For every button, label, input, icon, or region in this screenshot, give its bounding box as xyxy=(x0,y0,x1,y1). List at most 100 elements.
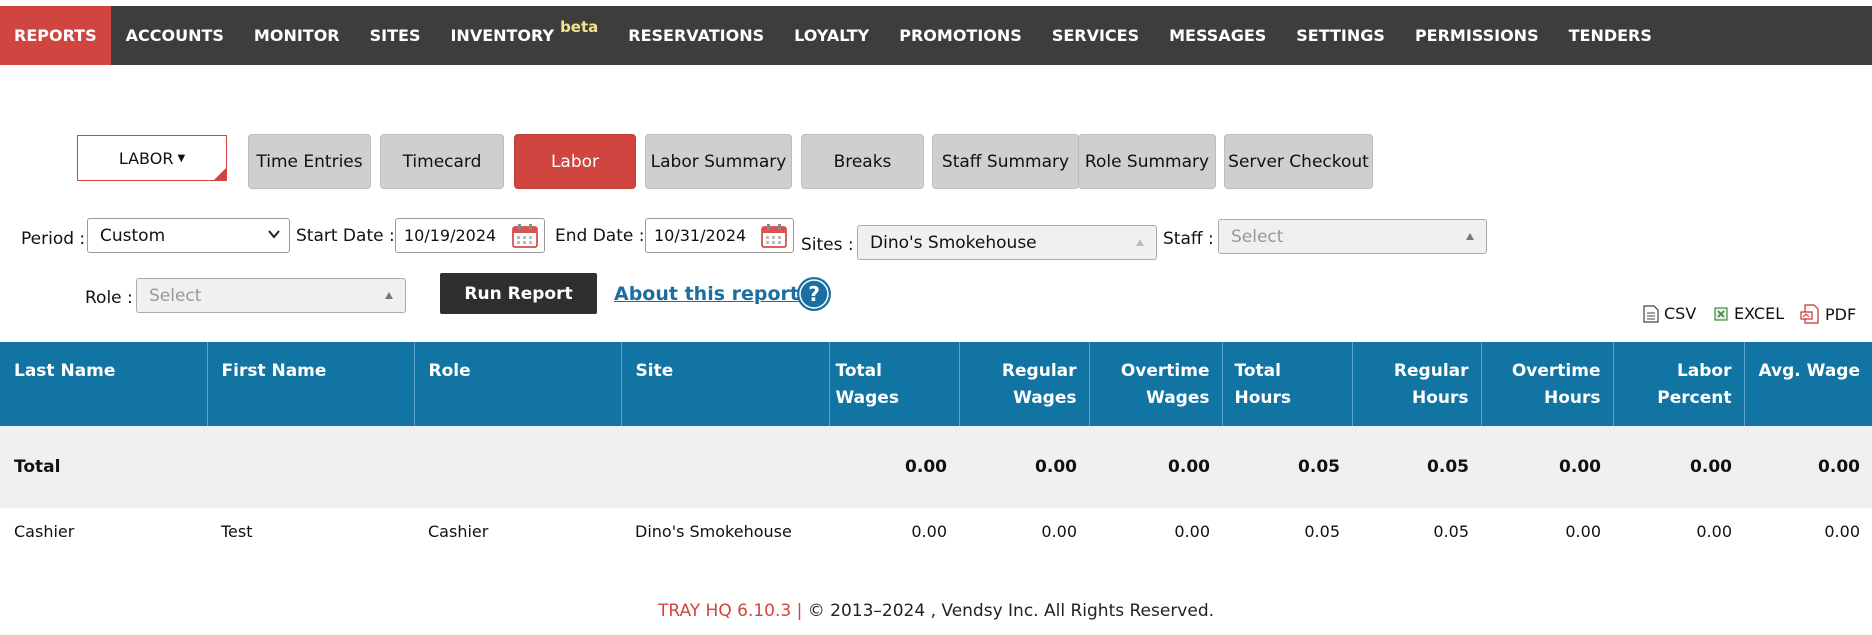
run-report-button[interactable]: Run Report xyxy=(440,273,597,314)
col-regular-wages[interactable]: Regular Wages xyxy=(959,342,1090,426)
dropdown-corner-decoration xyxy=(214,168,226,180)
col-total-wages[interactable]: Total Wages xyxy=(829,342,960,426)
nav-item-accounts[interactable]: ACCOUNTS xyxy=(111,6,239,65)
header-text: Hours xyxy=(1543,388,1601,408)
col-labor-percent[interactable]: Labor Percent xyxy=(1613,342,1745,426)
end-date-input[interactable]: 10/31/2024 xyxy=(645,218,794,253)
nav-label: REPORTS xyxy=(14,26,97,45)
triangle-up-icon xyxy=(385,292,393,299)
chevron-down-icon xyxy=(268,230,280,239)
pdf-file-icon xyxy=(1800,304,1819,324)
header-text: Wages xyxy=(1013,388,1077,408)
header-text: Total Wages xyxy=(835,361,899,408)
role-select[interactable]: Select xyxy=(136,278,406,313)
col-overtime-wages[interactable]: Overtime Wages xyxy=(1089,342,1223,426)
sites-select[interactable]: Dino's Smokehouse xyxy=(857,225,1157,260)
total-value: 0.00 xyxy=(1744,426,1872,508)
nav-item-monitor[interactable]: MONITOR xyxy=(239,6,355,65)
tab-server-checkout[interactable]: Server Checkout xyxy=(1224,134,1373,189)
nav-label: SETTINGS xyxy=(1296,26,1385,45)
app-version: TRAY HQ 6.10.3 | xyxy=(657,601,803,621)
labor-report-table: Last Name First Name Role Site Total Wag… xyxy=(0,342,1872,554)
tab-labor[interactable]: Labor xyxy=(514,134,636,189)
tab-role-summary[interactable]: Role Summary xyxy=(1078,134,1216,189)
header-text: Total Hours xyxy=(1234,361,1292,408)
cell-first-name: Test xyxy=(207,508,414,554)
header-text: Labor xyxy=(1676,361,1732,381)
nav-label: MESSAGES xyxy=(1169,26,1267,45)
report-type-dropdown[interactable]: LABOR ▼ xyxy=(77,135,227,181)
sites-value: Dino's Smokehouse xyxy=(870,232,1037,253)
role-label: Role : xyxy=(85,288,133,308)
nav-item-promotions[interactable]: PROMOTIONS xyxy=(884,6,1037,65)
help-icon[interactable]: ? xyxy=(796,276,832,312)
sites-label: Sites : xyxy=(801,235,854,255)
tab-staff-summary[interactable]: Staff Summary xyxy=(932,134,1079,189)
nav-item-permissions[interactable]: PERMISSIONS xyxy=(1400,6,1554,65)
col-first-name[interactable]: First Name xyxy=(207,342,415,426)
total-value: 0.05 xyxy=(1352,426,1481,508)
cell-labor-percent: 0.00 xyxy=(1613,508,1744,554)
triangle-up-icon xyxy=(1466,233,1474,240)
nav-item-tenders[interactable]: TENDERS xyxy=(1554,6,1667,65)
export-pdf-button[interactable]: PDF xyxy=(1800,304,1856,324)
table-header-row: Last Name First Name Role Site Total Wag… xyxy=(0,342,1872,426)
header-text: Overtime xyxy=(1511,361,1601,381)
cell-regular-hours: 0.05 xyxy=(1352,508,1481,554)
col-total-hours[interactable]: Total Hours xyxy=(1222,342,1353,426)
col-site[interactable]: Site xyxy=(621,342,830,426)
start-date-input[interactable]: 10/19/2024 xyxy=(395,218,545,253)
tab-labor-summary[interactable]: Labor Summary xyxy=(645,134,792,189)
total-row: Total 0.00 0.00 0.00 0.05 0.05 0.00 0.00… xyxy=(0,426,1872,508)
cell-site: Dino's Smokehouse xyxy=(621,508,829,554)
nav-label: ACCOUNTS xyxy=(125,26,224,45)
staff-select[interactable]: Select xyxy=(1218,219,1487,254)
about-report-link[interactable]: About this report xyxy=(614,283,799,305)
table-row: Cashier Test Cashier Dino's Smokehouse 0… xyxy=(0,508,1872,554)
cell-total-hours: 0.05 xyxy=(1222,508,1352,554)
calendar-icon[interactable] xyxy=(512,224,538,248)
nav-item-services[interactable]: SERVICES xyxy=(1037,6,1154,65)
nav-item-reports[interactable]: REPORTS xyxy=(0,6,111,65)
header-text: Last Name xyxy=(14,361,116,381)
nav-item-sites[interactable]: SITES xyxy=(355,6,436,65)
cell-avg-wage: 0.00 xyxy=(1744,508,1872,554)
start-date-label: Start Date : xyxy=(296,226,395,246)
header-text: Hours xyxy=(1411,388,1469,408)
csv-label: CSV xyxy=(1664,304,1697,323)
cell-total-wages: 0.00 xyxy=(829,508,959,554)
nav-item-messages[interactable]: MESSAGES xyxy=(1154,6,1281,65)
triangle-up-icon xyxy=(1136,239,1144,246)
beta-badge: beta xyxy=(560,17,599,36)
nav-label: SITES xyxy=(369,26,421,45)
export-csv-button[interactable]: CSV xyxy=(1643,304,1696,323)
col-last-name[interactable]: Last Name xyxy=(0,342,208,426)
tab-time-entries[interactable]: Time Entries xyxy=(248,134,371,189)
nav-item-loyalty[interactable]: LOYALTY xyxy=(779,6,884,65)
tab-breaks[interactable]: Breaks xyxy=(801,134,924,189)
nav-item-reservations[interactable]: RESERVATIONS xyxy=(613,6,779,65)
col-overtime-hours[interactable]: Overtime Hours xyxy=(1481,342,1614,426)
excel-label: EXCEL xyxy=(1734,304,1785,323)
col-avg-wage[interactable]: Avg. Wage xyxy=(1744,342,1872,426)
period-value: Custom xyxy=(100,225,166,246)
staff-label: Staff : xyxy=(1163,229,1214,249)
nav-label: PERMISSIONS xyxy=(1414,26,1539,45)
calendar-icon[interactable] xyxy=(761,224,787,248)
nav-label: INVENTORY xyxy=(450,26,555,45)
export-excel-button[interactable]: EXCEL xyxy=(1713,304,1784,323)
nav-item-inventory[interactable]: INVENTORY beta xyxy=(435,6,613,65)
col-role[interactable]: Role xyxy=(414,342,622,426)
top-nav: REPORTS ACCOUNTS MONITOR SITES INVENTORY… xyxy=(0,6,1872,65)
end-date-value: 10/31/2024 xyxy=(654,226,747,245)
period-select[interactable]: Custom xyxy=(87,218,290,253)
header-text: First Name xyxy=(221,361,327,381)
caret-down-icon: ▼ xyxy=(177,152,186,164)
col-regular-hours[interactable]: Regular Hours xyxy=(1352,342,1482,426)
cell-last-name: Cashier xyxy=(0,508,207,554)
role-placeholder: Select xyxy=(149,285,202,306)
tab-timecard[interactable]: Timecard xyxy=(380,134,504,189)
nav-item-settings[interactable]: SETTINGS xyxy=(1281,6,1400,65)
excel-file-icon xyxy=(1714,306,1728,321)
nav-label: TENDERS xyxy=(1568,26,1652,45)
